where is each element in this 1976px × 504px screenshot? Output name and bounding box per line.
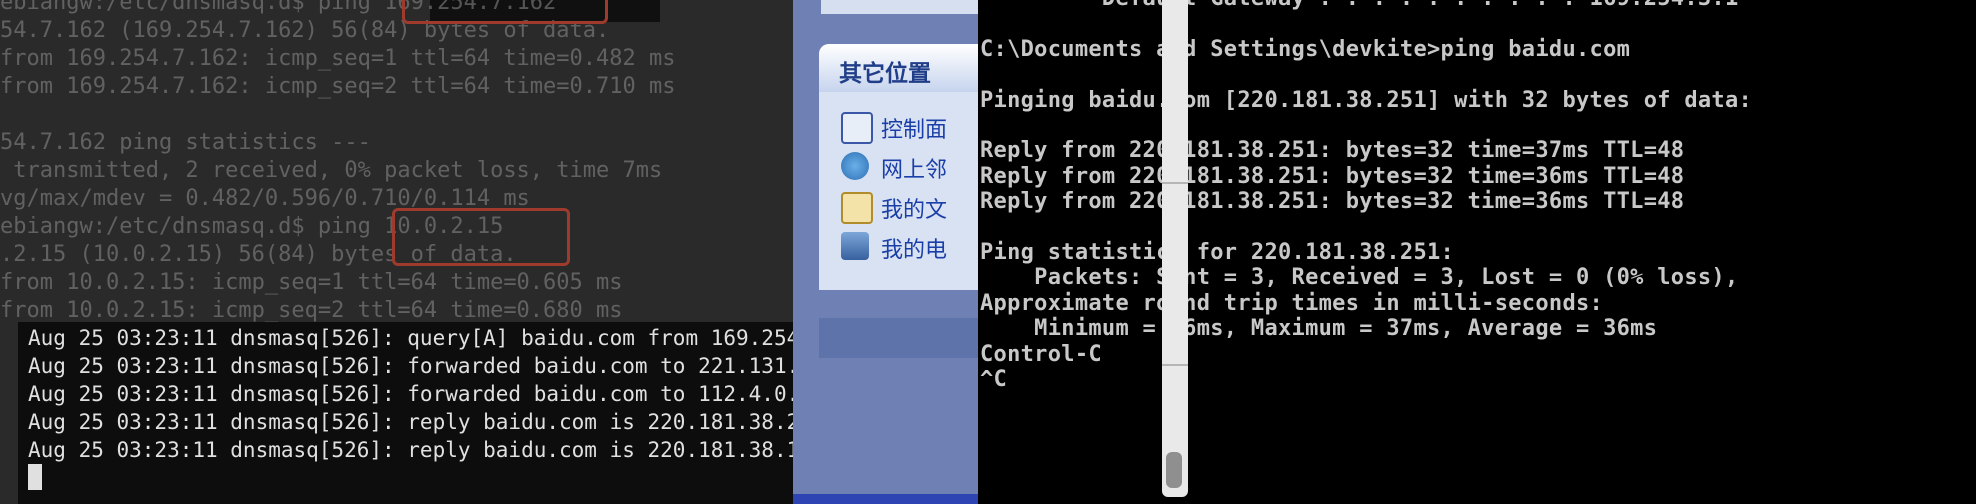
terminal-line: from 10.0.2.15: icmp_seq=1 ttl=64 time=0… (0, 270, 623, 295)
panel-title: 其它位置 (839, 61, 931, 87)
explorer-bottom-bar (793, 494, 981, 504)
text-cursor (28, 464, 42, 490)
explorer-item-label: 我的文 (881, 198, 948, 223)
network-places-icon (841, 152, 869, 180)
other-places-panel: 其它位置 控制面 网上邻 我的文 我的电 (819, 44, 981, 290)
explorer-window: 其它位置 控制面 网上邻 我的文 我的电 (793, 0, 981, 504)
cmd-window[interactable]: Default Gateway . . . . . . . . . : 169.… (978, 0, 1976, 504)
cmd-line: Default Gateway . . . . . . . . . : 169.… (980, 0, 1739, 11)
cmd-line: ^C (980, 367, 1008, 392)
cmd-line: Minimum = 36ms, Maximum = 37ms, Average … (980, 316, 1658, 342)
explorer-lower-panel (819, 318, 981, 358)
dnsmasq-log-output: Aug 25 03:23:11 dnsmasq[526]: query[A] b… (18, 322, 800, 504)
cmd-line: Approximate round trip times in milli-se… (980, 290, 1604, 316)
terminal-line: from 10.0.2.15: icmp_seq=2 ttl=64 time=0… (0, 298, 623, 323)
linux-terminal-window[interactable]: ebiangw:/etc/dnsmasq.d$ ping 169.254.7.1… (0, 0, 800, 504)
cmd-line: Reply from 220.181.38.251: bytes=32 time… (980, 189, 1685, 215)
explorer-item-label: 网上邻 (881, 158, 948, 183)
scrollbar-tick (1162, 182, 1188, 184)
terminal-line: 54.7.162 ping statistics --- (0, 130, 371, 155)
explorer-item-label: 我的电 (881, 238, 948, 263)
terminal-line: from 169.254.7.162: icmp_seq=2 ttl=64 ti… (0, 74, 676, 99)
highlight-box (392, 208, 570, 266)
cmd-line: Pinging baidu.com [220.181.38.251] with … (980, 87, 1753, 113)
panel-header[interactable]: 其它位置 (819, 44, 981, 92)
terminal-line: transmitted, 2 received, 0% packet loss,… (0, 158, 663, 183)
cmd-line: Packets: Sent = 3, Received = 3, Lost = … (980, 265, 1739, 291)
my-computer-icon (841, 232, 869, 260)
highlight-box (402, 0, 608, 24)
cmd-line: Reply from 220.181.38.251: bytes=32 time… (980, 163, 1685, 189)
explorer-item-label: 控制面 (881, 118, 948, 143)
explorer-top-strip (821, 0, 981, 14)
terminal-line: from 169.254.7.162: icmp_seq=1 ttl=64 ti… (0, 46, 676, 71)
cmd-line: Ping statistics for 220.181.38.251: (980, 240, 1455, 265)
scrollbar[interactable] (1162, 0, 1188, 497)
control-panel-icon (841, 112, 873, 144)
log-line: Aug 25 03:23:11 dnsmasq[526]: reply baid… (28, 438, 800, 462)
log-line: Aug 25 03:23:11 dnsmasq[526]: reply baid… (28, 410, 800, 434)
log-line: Aug 25 03:23:11 dnsmasq[526]: forwarded … (28, 382, 800, 406)
cmd-line: C:\Documents and Settings\devkite>ping b… (980, 36, 1631, 62)
cmd-line: Control-C (980, 341, 1102, 367)
log-line: Aug 25 03:23:11 dnsmasq[526]: forwarded … (28, 354, 800, 378)
scrollbar-tick (1162, 364, 1188, 366)
log-line: Aug 25 03:23:11 dnsmasq[526]: query[A] b… (28, 326, 800, 350)
cmd-line: Reply from 220.181.38.251: bytes=32 time… (980, 138, 1685, 164)
scrollbar-thumb[interactable] (1166, 452, 1182, 488)
my-documents-icon (841, 192, 873, 224)
